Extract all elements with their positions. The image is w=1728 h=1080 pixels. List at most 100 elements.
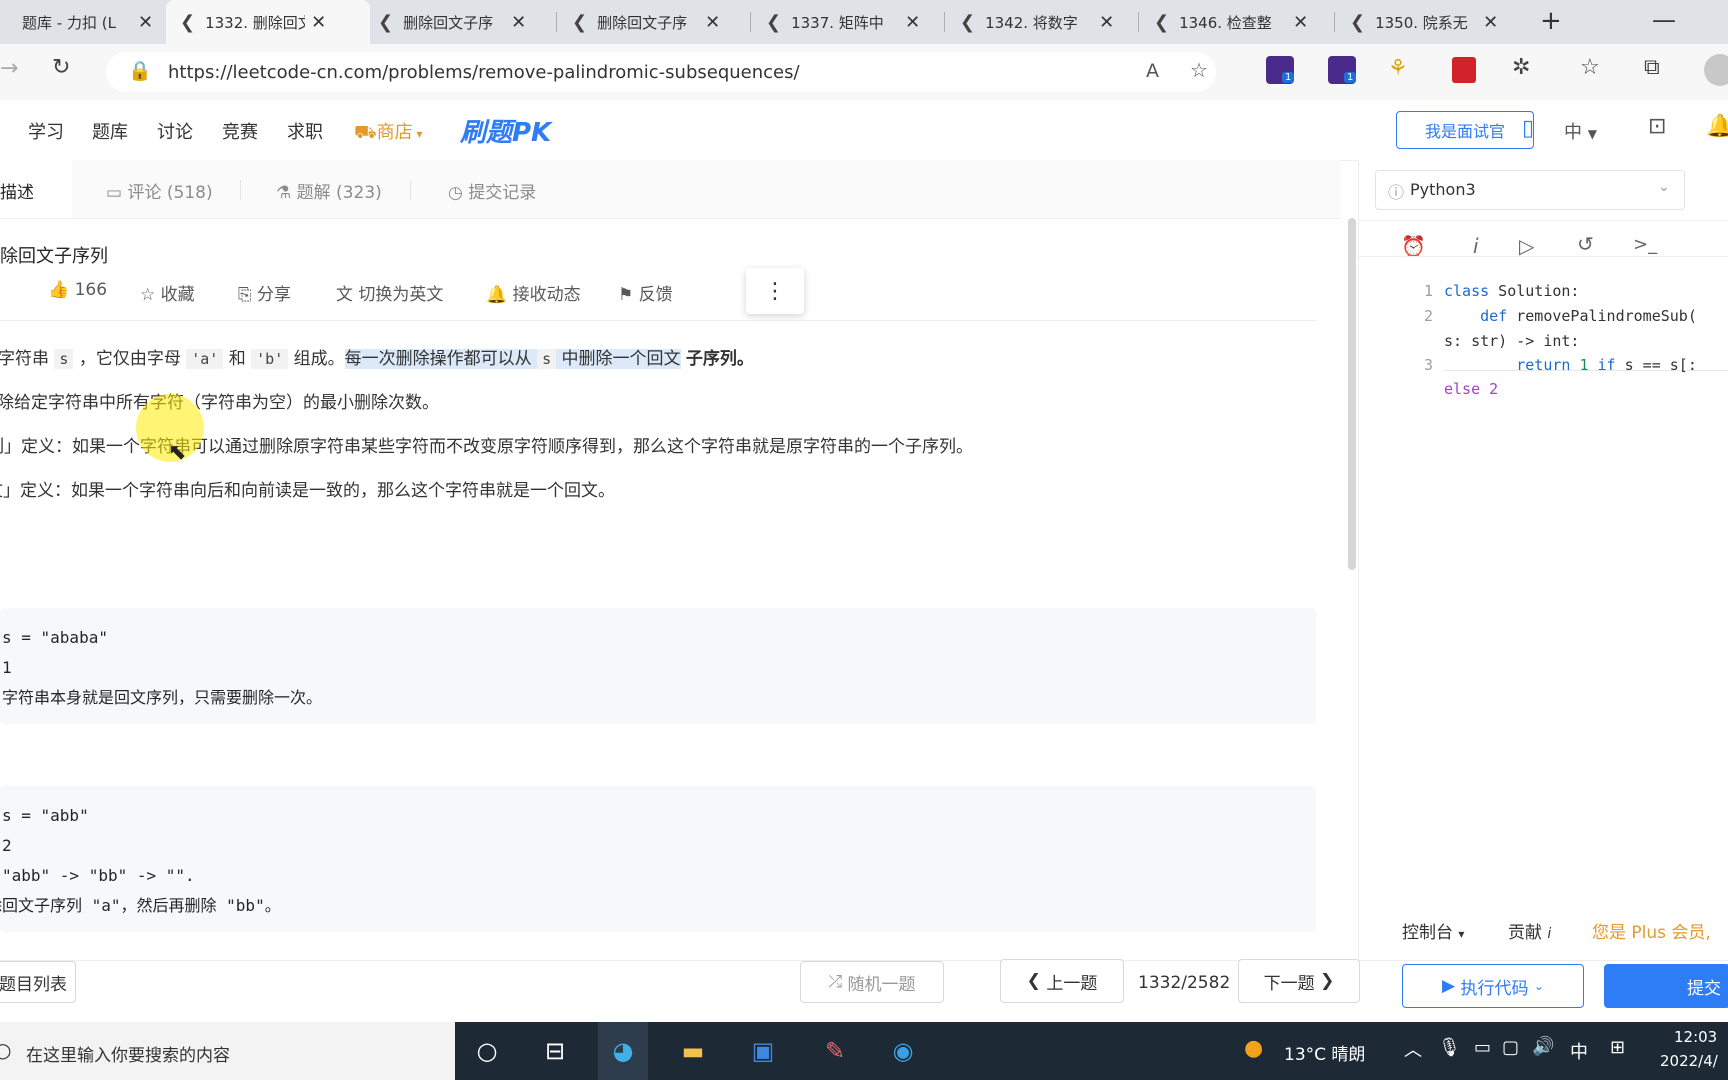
code-line[interactable]: def removePalindromeSub( bbox=[1444, 307, 1697, 325]
contribute-button[interactable]: 贡献 i bbox=[1508, 918, 1551, 943]
submit-button[interactable]: 提交 bbox=[1604, 964, 1728, 1008]
browser-tab[interactable]: ❮ 删除回文子序 ✕ bbox=[374, 0, 552, 44]
extension-icon[interactable]: 1 bbox=[1266, 56, 1295, 84]
close-icon[interactable]: ✕ bbox=[905, 12, 920, 33]
code-line[interactable]: else 2 bbox=[1444, 380, 1498, 398]
code-line[interactable]: s: str) -> int: bbox=[1444, 332, 1579, 350]
alarm-icon[interactable]: ⏰ bbox=[1401, 234, 1426, 258]
nav-item-contest[interactable]: 竞赛 bbox=[222, 118, 258, 144]
battery-icon[interactable]: ▭ bbox=[1474, 1037, 1491, 1058]
nav-item-learn[interactable]: 学习 bbox=[28, 118, 64, 144]
code-line[interactable]: class Solution: bbox=[1444, 282, 1579, 300]
extensions-puzzle-icon[interactable]: ✲ bbox=[1512, 55, 1530, 80]
read-aloud-icon[interactable]: A bbox=[1146, 60, 1159, 82]
feedback-button[interactable]: ⚑ 反馈 bbox=[618, 280, 673, 305]
edge-icon[interactable]: ◕ bbox=[598, 1022, 648, 1080]
comment-icon: ▭ bbox=[106, 183, 123, 203]
close-icon[interactable]: ✕ bbox=[138, 12, 153, 33]
weather-icon: ● bbox=[1244, 1036, 1264, 1061]
tab-title: 1350. 院系无 bbox=[1375, 13, 1468, 32]
shuffle-icon: ⤮ bbox=[828, 972, 843, 992]
description-paragraph: 返回删除给定字符串中所有字符（字符串为空）的最小删除次数。 bbox=[0, 393, 439, 413]
url-field[interactable]: 🔒 https://leetcode-cn.com/problems/remov… bbox=[106, 52, 1216, 92]
info-icon[interactable]: i bbox=[1473, 234, 1479, 258]
subscribe-button[interactable]: 🔔 接收动态 bbox=[486, 280, 581, 305]
tab-comments[interactable]: ▭ 评论 (518) bbox=[106, 178, 213, 203]
profile-avatar[interactable] bbox=[1704, 54, 1728, 86]
close-icon[interactable]: ✕ bbox=[511, 12, 526, 33]
example-input: 输入：s = "abb" bbox=[0, 806, 89, 825]
language-select[interactable]: ⓘ Python3 ⌄ bbox=[1375, 170, 1685, 210]
browser-tab[interactable]: ❮ 1346. 检查整 ✕ bbox=[1150, 0, 1330, 44]
reset-icon[interactable]: ↺ bbox=[1577, 232, 1594, 256]
playground-icon[interactable]: ⊡ bbox=[1648, 114, 1666, 139]
favorite-button[interactable]: ☆ 收藏 bbox=[140, 280, 195, 305]
volume-icon[interactable]: 🔊 bbox=[1532, 1036, 1554, 1057]
switch-english-button[interactable]: 文 切换为英文 bbox=[336, 280, 443, 305]
file-explorer-icon[interactable]: ▬ bbox=[676, 1034, 710, 1068]
random-problem-button[interactable]: ⤮ 随机一题 bbox=[800, 961, 944, 1003]
scrollbar[interactable] bbox=[1348, 218, 1356, 570]
browser-tab[interactable]: ❮ 1342. 将数字 ✕ bbox=[956, 0, 1132, 44]
extension-icon[interactable]: 1 bbox=[1328, 56, 1357, 84]
favorites-icon[interactable]: ☆ bbox=[1580, 55, 1600, 80]
browser-tab[interactable]: 题库 - 力扣 (L ✕ bbox=[0, 0, 182, 44]
close-icon[interactable]: ✕ bbox=[311, 12, 326, 33]
tab-submissions[interactable]: ◷ 提交记录 bbox=[448, 178, 536, 203]
thumbs-up-icon: 👍 bbox=[48, 280, 70, 300]
close-icon[interactable]: ✕ bbox=[1099, 12, 1114, 33]
prev-problem-button[interactable]: ❮ 上一题 bbox=[1000, 959, 1124, 1003]
keyboard-icon[interactable]: ⊞ bbox=[1610, 1037, 1625, 1058]
bell-icon[interactable]: 🔔 bbox=[1706, 114, 1728, 139]
mobile-icon[interactable]: ▯ bbox=[1522, 116, 1534, 141]
ime-indicator[interactable]: 中 bbox=[1570, 1038, 1588, 1064]
close-icon[interactable]: ✕ bbox=[1483, 12, 1498, 33]
console-toggle[interactable]: 控制台 ▾ bbox=[1402, 918, 1464, 943]
minimize-icon[interactable]: — bbox=[1652, 6, 1676, 34]
tab-description[interactable]: 描述 bbox=[0, 160, 72, 218]
clock-time[interactable]: 12:03 bbox=[1674, 1028, 1717, 1046]
share-button[interactable]: ⎘ 分享 bbox=[238, 280, 291, 305]
nav-item-jobs[interactable]: 求职 bbox=[287, 118, 323, 144]
browser-tab[interactable]: ❮ 1337. 矩阵中 ✕ bbox=[762, 0, 938, 44]
add-favorite-icon[interactable]: ☆ bbox=[1190, 58, 1208, 82]
run-code-button[interactable]: ▶ 执行代码 ⌄ bbox=[1402, 964, 1584, 1008]
close-icon[interactable]: ✕ bbox=[1293, 12, 1308, 33]
paint-icon[interactable]: ✎ bbox=[818, 1034, 852, 1068]
taskbar-search-input[interactable]: ○ 在这里输入你要搜索的内容 bbox=[0, 1022, 455, 1080]
new-tab-icon[interactable]: + bbox=[1540, 6, 1562, 36]
network-icon[interactable]: ▢ bbox=[1502, 1037, 1519, 1058]
problem-list-button[interactable]: 题目列表 bbox=[0, 961, 76, 1003]
forward-icon[interactable]: → bbox=[0, 56, 18, 81]
tab-solutions[interactable]: ⚗ 题解 (323) bbox=[276, 178, 382, 203]
cortana-icon[interactable]: ○ bbox=[470, 1034, 504, 1068]
close-icon[interactable]: ✕ bbox=[705, 12, 720, 33]
nav-item-problems[interactable]: 题库 bbox=[92, 118, 128, 144]
store-icon[interactable]: ▣ bbox=[746, 1034, 780, 1068]
weather-text[interactable]: 13°C 晴朗 bbox=[1284, 1040, 1365, 1065]
extension-icon[interactable] bbox=[1452, 57, 1476, 83]
screen-recorder-icon[interactable]: ◉ bbox=[886, 1034, 920, 1068]
refresh-icon[interactable]: ↻ bbox=[52, 55, 70, 80]
extension-icon[interactable]: ⚘ bbox=[1388, 56, 1408, 81]
browser-tab-active[interactable]: ❮ 1332. 删除回文 ✕ bbox=[166, 0, 370, 44]
nav-item-shop[interactable]: ⛟商店 ▾ bbox=[354, 118, 423, 146]
language-switch[interactable]: 中 ▼ bbox=[1564, 118, 1597, 144]
code-editor-pane: ⓘ Python3 ⌄ ⏰ i ▷ ↺ >_ 1 2 3 class Solut… bbox=[1358, 160, 1728, 1020]
code-line[interactable]: return 1 if s == s[: bbox=[1444, 356, 1697, 374]
chevron-up-icon[interactable]: ︿ bbox=[1404, 1036, 1422, 1062]
browser-tab[interactable]: ❮ 1350. 院系无 ✕ bbox=[1346, 0, 1516, 44]
next-problem-button[interactable]: 下一题 ❯ bbox=[1238, 959, 1360, 1003]
brush-pk-logo[interactable]: 刷题PK bbox=[460, 112, 551, 149]
nav-item-discuss[interactable]: 讨论 bbox=[157, 118, 193, 144]
task-view-icon[interactable]: ⊟ bbox=[538, 1034, 572, 1068]
clock-date[interactable]: 2022/4/ bbox=[1660, 1052, 1718, 1070]
microphone-icon[interactable]: 🎙 bbox=[1438, 1037, 1461, 1058]
console-icon[interactable]: >_ bbox=[1633, 234, 1657, 255]
debug-icon[interactable]: ▷ bbox=[1519, 234, 1534, 258]
more-options-icon[interactable]: ⋮ bbox=[746, 268, 804, 314]
like-button[interactable]: 👍 166 bbox=[48, 280, 107, 300]
interviewer-button[interactable]: 我是面试官 bbox=[1396, 111, 1534, 149]
browser-tab[interactable]: ❮ 删除回文子序 ✕ bbox=[568, 0, 742, 44]
collections-icon[interactable]: ⧉ bbox=[1644, 55, 1660, 80]
